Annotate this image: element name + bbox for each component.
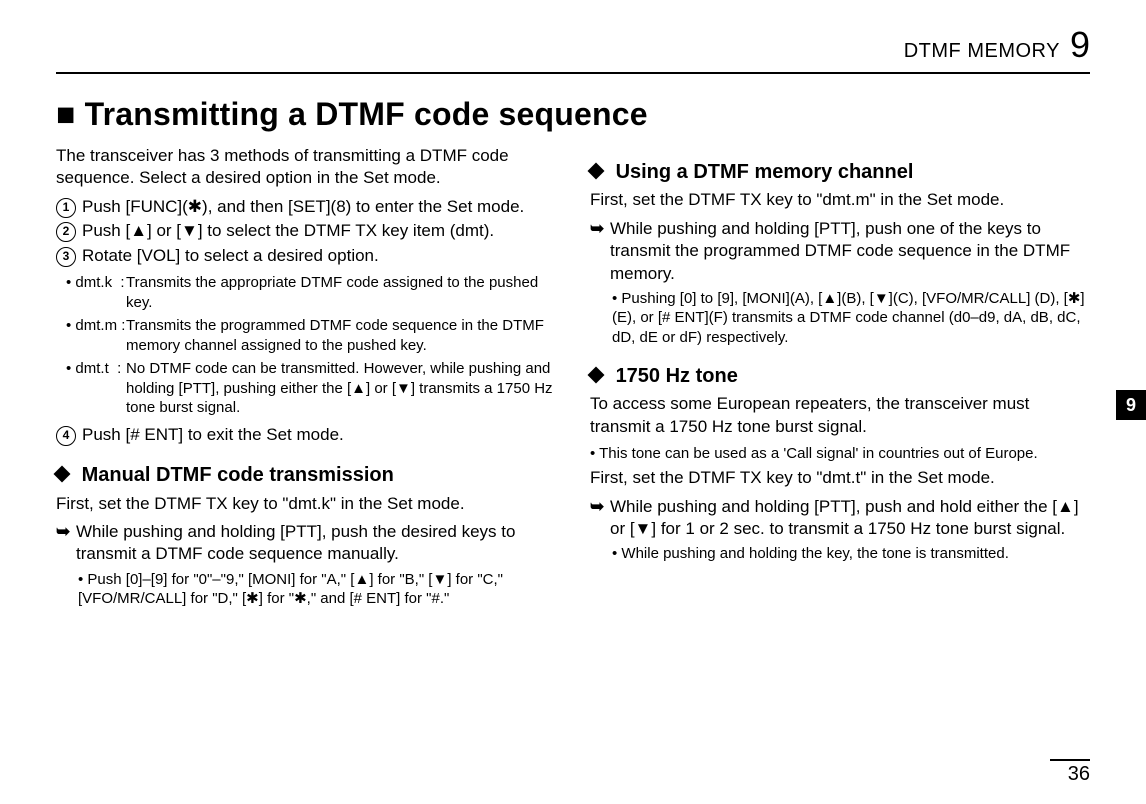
step-number: 4 <box>56 426 76 446</box>
step-row: 4 Push [# ENT] to exit the Set mode. <box>56 424 556 446</box>
option-row: • dmt.t : No DTMF code can be transmitte… <box>66 359 556 418</box>
option-text: Transmits the appropriate DTMF code assi… <box>126 273 556 312</box>
diamond-icon <box>588 366 605 383</box>
option-row: • dmt.m : Transmits the programmed DTMF … <box>66 316 556 355</box>
step-row: 1 Push [FUNC](✱), and then [SET](8) to e… <box>56 196 556 218</box>
step-4: 4 Push [# ENT] to exit the Set mode. <box>56 424 556 446</box>
header-chapter-number: 9 <box>1070 24 1090 66</box>
subsection-memory-channel: Using a DTMF memory channel <box>590 159 1090 185</box>
arrow-icon: ➥ <box>590 496 610 541</box>
subsection-title-text: Manual DTMF code transmission <box>82 464 394 486</box>
arrow-text: While pushing and holding [PTT], push th… <box>76 521 556 566</box>
page: DTMF MEMORY 9 ■ Transmitting a DTMF code… <box>0 0 1146 804</box>
diamond-icon <box>54 466 71 483</box>
option-label: • dmt.m : <box>66 316 126 355</box>
sub3-intro: To access some European repeaters, the t… <box>590 393 1090 438</box>
subsection-title-text: Using a DTMF memory channel <box>616 161 914 183</box>
subsection-manual-transmission: Manual DTMF code transmission <box>56 462 556 488</box>
step-text: Push [▲] or [▼] to select the DTMF TX ke… <box>82 220 494 242</box>
step-number: 1 <box>56 198 76 218</box>
option-list: • dmt.k : Transmits the appropriate DTMF… <box>66 273 556 418</box>
arrow-item: ➥ While pushing and holding [PTT], push … <box>56 521 556 566</box>
step-number: 3 <box>56 247 76 267</box>
numbered-steps: 1 Push [FUNC](✱), and then [SET](8) to e… <box>56 196 556 267</box>
sub1-intro: First, set the DTMF TX key to "dmt.k" in… <box>56 493 556 515</box>
option-label: • dmt.k : <box>66 273 126 312</box>
arrow-text: While pushing and holding [PTT], push an… <box>610 496 1090 541</box>
option-row: • dmt.k : Transmits the appropriate DTMF… <box>66 273 556 312</box>
section-title: ■ Transmitting a DTMF code sequence <box>56 96 1090 133</box>
option-label: • dmt.t : <box>66 359 126 418</box>
step-text: Rotate [VOL] to select a desired option. <box>82 245 379 267</box>
sub2-bullet: • Pushing [0] to [9], [MONI](A), [▲](B),… <box>612 289 1090 347</box>
sub1-bullet: • Push [0]–[9] for "0"–"9," [MONI] for "… <box>78 570 556 608</box>
sub2-intro: First, set the DTMF TX key to "dmt.m" in… <box>590 189 1090 211</box>
arrow-item: ➥ While pushing and holding [PTT], push … <box>590 218 1090 285</box>
arrow-item: ➥ While pushing and holding [PTT], push … <box>590 496 1090 541</box>
subsection-1750hz: 1750 Hz tone <box>590 363 1090 389</box>
header-title: DTMF MEMORY <box>904 40 1060 63</box>
step-text: Push [FUNC](✱), and then [SET](8) to ent… <box>82 196 524 218</box>
arrow-icon: ➥ <box>590 218 610 285</box>
side-chapter-tab: 9 <box>1116 390 1146 420</box>
option-text: No DTMF code can be transmitted. However… <box>126 359 556 418</box>
intro-paragraph: The transceiver has 3 methods of transmi… <box>56 145 556 190</box>
step-row: 3 Rotate [VOL] to select a desired optio… <box>56 245 556 267</box>
arrow-icon: ➥ <box>56 521 76 566</box>
page-header: DTMF MEMORY 9 <box>56 24 1090 74</box>
arrow-text: While pushing and holding [PTT], push on… <box>610 218 1090 285</box>
content-columns: The transceiver has 3 methods of transmi… <box>56 143 1090 612</box>
left-column: The transceiver has 3 methods of transmi… <box>56 143 556 612</box>
option-text: Transmits the programmed DTMF code seque… <box>126 316 556 355</box>
page-number: 36 <box>1050 759 1090 786</box>
step-text: Push [# ENT] to exit the Set mode. <box>82 424 344 446</box>
subsection-title-text: 1750 Hz tone <box>616 365 738 387</box>
diamond-icon <box>588 163 605 180</box>
right-column: Using a DTMF memory channel First, set t… <box>590 143 1090 612</box>
sub3-bullet: • While pushing and holding the key, the… <box>612 544 1090 563</box>
step-row: 2 Push [▲] or [▼] to select the DTMF TX … <box>56 220 556 242</box>
step-number: 2 <box>56 222 76 242</box>
sub3-intro2: First, set the DTMF TX key to "dmt.t" in… <box>590 467 1090 489</box>
sub3-note: • This tone can be used as a 'Call signa… <box>590 444 1090 463</box>
